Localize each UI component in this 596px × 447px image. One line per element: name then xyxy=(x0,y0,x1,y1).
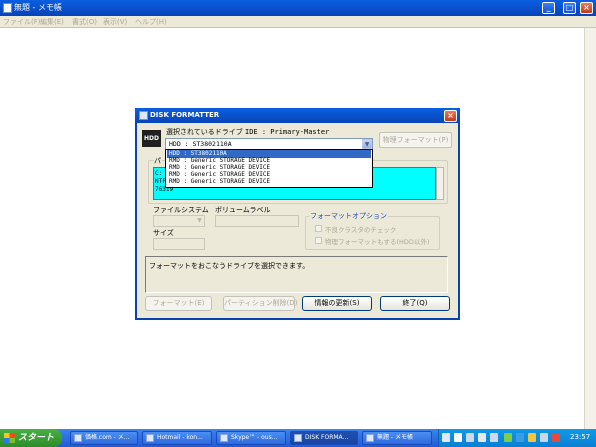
notepad-titlebar xyxy=(0,0,596,16)
task-label: Hotmail - kon... xyxy=(157,434,203,441)
partition-line: C: xyxy=(155,170,163,177)
ime-icon[interactable] xyxy=(466,433,474,442)
size-input[interactable] xyxy=(153,238,205,250)
refresh-info-button[interactable]: 情報の更新(S) xyxy=(302,296,372,311)
chevron-down-icon[interactable]: ▼ xyxy=(362,139,372,149)
skype-icon[interactable] xyxy=(516,433,524,442)
size-label: サイズ xyxy=(153,229,174,237)
notepad-icon xyxy=(366,434,374,442)
partition-group-label: パ xyxy=(154,156,162,166)
menu-view[interactable]: 表示(V) xyxy=(103,17,127,27)
hdd-icon: HDD xyxy=(142,130,161,147)
selected-drive-label: 選択されているドライブ xyxy=(166,128,243,136)
physical-format-checkbox[interactable] xyxy=(315,237,322,244)
task-button[interactable]: Skype™ - ous... xyxy=(216,431,286,445)
task-label: 価格.com - メ... xyxy=(85,434,130,441)
minimize-button[interactable]: _ xyxy=(542,2,555,14)
format-options-label: フォーマットオプション xyxy=(309,211,388,221)
skype-icon xyxy=(220,434,228,442)
network-icon[interactable] xyxy=(504,433,512,442)
windows-logo-icon xyxy=(4,433,15,443)
dialog-close-button[interactable]: × xyxy=(444,110,457,122)
task-button[interactable]: Hotmail - kon... xyxy=(142,431,212,445)
physical-format-option-label: 物理フォーマットもする(HDD以外) xyxy=(325,238,430,246)
volume-label-input[interactable] xyxy=(215,215,299,227)
maximize-button[interactable]: □ xyxy=(563,2,576,14)
vertical-scrollbar[interactable] xyxy=(584,28,596,429)
task-button[interactable]: 価格.com - メ... xyxy=(70,431,138,445)
menu-format[interactable]: 書式(O) xyxy=(72,17,97,27)
ime-icon[interactable] xyxy=(478,433,486,442)
app-icon xyxy=(294,434,302,442)
browser-icon xyxy=(74,434,82,442)
notepad-icon xyxy=(3,3,12,13)
task-label: Skype™ - ous... xyxy=(231,434,278,441)
delete-partition-button[interactable]: パーティション削除(D) xyxy=(223,296,297,311)
ime-mode-icon[interactable] xyxy=(454,433,462,442)
format-button[interactable]: フォーマット(E) xyxy=(145,296,212,311)
filesystem-label: ファイルシステム xyxy=(153,206,209,214)
task-label: DISK FORMA... xyxy=(305,434,349,441)
ide-label: IDE : Primary-Master xyxy=(245,128,330,136)
browser-icon xyxy=(146,434,154,442)
status-text: フォーマットをおこなうドライブを選択できます。 xyxy=(149,262,310,270)
task-label: 無題 - メモ帳 xyxy=(377,434,413,441)
partition-scrollbar[interactable] xyxy=(436,167,444,200)
bad-cluster-checkbox[interactable] xyxy=(315,225,322,232)
volume-label-label: ボリュームラベル xyxy=(215,206,271,214)
alert-icon[interactable] xyxy=(552,433,560,442)
drive-dropdown-list[interactable]: HDD : ST3802110A RMD : Generic STORAGE D… xyxy=(165,149,373,188)
task-button[interactable]: 無題 - メモ帳 xyxy=(362,431,432,445)
task-button-active[interactable]: DISK FORMA... xyxy=(290,431,358,445)
chevron-down-icon[interactable]: ▼ xyxy=(195,216,204,226)
menu-edit[interactable]: 編集(E) xyxy=(40,17,64,27)
clock: 23:57 xyxy=(570,433,591,441)
bad-cluster-label: 不良クラスタのチェック xyxy=(325,226,397,234)
notepad-title: 無題 - メモ帳 xyxy=(14,3,62,12)
drive-option[interactable]: RMD : Generic STORAGE DEVICE xyxy=(167,178,371,186)
exit-button[interactable]: 終了(Q) xyxy=(380,296,450,311)
security-icon[interactable] xyxy=(528,433,536,442)
app-icon xyxy=(139,111,148,120)
physical-format-button[interactable]: 物理フォーマット(P) xyxy=(379,132,452,148)
volume-icon[interactable] xyxy=(540,433,548,442)
close-button[interactable]: × xyxy=(580,2,593,14)
ime-icon[interactable] xyxy=(442,433,450,442)
menu-help[interactable]: ヘルプ(H) xyxy=(135,17,167,27)
dialog-title: DISK FORMATTER xyxy=(150,111,220,119)
ime-icon[interactable] xyxy=(490,433,498,442)
menu-file[interactable]: ファイル(F) xyxy=(3,17,41,27)
